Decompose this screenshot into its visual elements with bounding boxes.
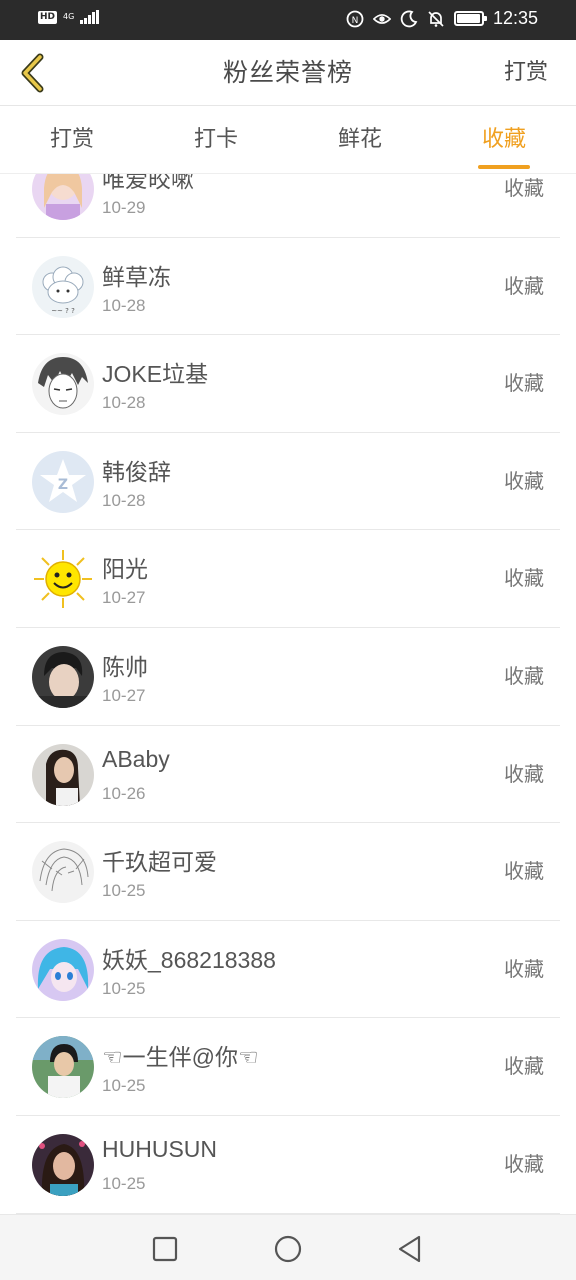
tab-bar: 打赏 打卡 鲜花 收藏 xyxy=(0,106,576,174)
user-name: ☜一生伴@你☜ xyxy=(102,1044,259,1071)
tab-favorites[interactable]: 收藏 xyxy=(432,106,576,173)
list-item[interactable]: 妖妖_868218388 10-25 收藏 xyxy=(16,921,560,1019)
user-name: 千玖超可爱 xyxy=(102,849,217,876)
avatar[interactable] xyxy=(32,548,94,611)
user-name: 唯爱皎嗽 xyxy=(102,174,194,192)
user-name: 鲜草冻 xyxy=(102,263,171,290)
user-date: 10-25 xyxy=(102,1173,146,1193)
user-name: JOKE垃基 xyxy=(102,361,209,388)
back-triangle-icon xyxy=(398,1235,421,1263)
item-action-label: 收藏 xyxy=(504,566,544,591)
list-item[interactable]: ~~ ? ? 鲜草冻 10-28 收藏 xyxy=(16,238,560,336)
tab-label: 打赏 xyxy=(49,127,94,152)
list-item[interactable]: ABaby 10-26 收藏 xyxy=(16,726,560,824)
user-date: 10-25 xyxy=(102,978,146,998)
user-date: 10-25 xyxy=(102,1076,146,1096)
back-button[interactable] xyxy=(12,52,52,94)
user-date: 10-29 xyxy=(102,198,146,217)
status-left: HD 4G xyxy=(38,10,100,24)
recent-apps-icon xyxy=(152,1236,178,1262)
user-date: 10-27 xyxy=(102,685,146,705)
nfc-icon: N xyxy=(346,10,364,28)
user-name: 妖妖_868218388 xyxy=(102,946,276,973)
header-reward-button[interactable]: 打赏 xyxy=(504,40,548,106)
item-action-label: 收藏 xyxy=(504,761,544,786)
item-action-label: 收藏 xyxy=(504,371,544,396)
item-action-label: 收藏 xyxy=(504,468,544,493)
home-button[interactable] xyxy=(270,1231,306,1267)
tab-label: 收藏 xyxy=(481,127,526,152)
item-action-label: 收藏 xyxy=(504,176,544,200)
user-date: 10-28 xyxy=(102,295,146,315)
item-action-label: 收藏 xyxy=(504,273,544,298)
item-action-label: 收藏 xyxy=(504,1054,544,1079)
user-date: 10-28 xyxy=(102,393,146,413)
user-name: 阳光 xyxy=(102,556,148,583)
avatar[interactable]: Z xyxy=(32,450,94,513)
list-item[interactable]: HUHUSUN 10-25 收藏 xyxy=(16,1116,560,1214)
list-item[interactable]: 阳光 10-27 收藏 xyxy=(16,530,560,628)
recent-apps-button[interactable] xyxy=(147,1231,183,1267)
bell-off-icon xyxy=(427,10,445,28)
list-item[interactable]: 陈帅 10-27 收藏 xyxy=(16,628,560,726)
item-action-label: 收藏 xyxy=(504,859,544,884)
avatar[interactable] xyxy=(32,841,94,904)
battery-fill xyxy=(456,14,480,23)
item-action-label: 收藏 xyxy=(504,956,544,981)
svg-text:~~ ? ?: ~~ ? ? xyxy=(51,307,75,315)
list-item[interactable]: 唯爱皎嗽 10-29 收藏 xyxy=(16,174,560,238)
battery-icon xyxy=(453,11,487,26)
list-item[interactable]: ☜一生伴@你☜ 10-25 收藏 xyxy=(16,1018,560,1116)
fan-list[interactable]: 唯爱皎嗽 10-29 收藏 ~~ ? ? 鲜草冻 10-28 收藏 JOKE垃基… xyxy=(0,174,576,1214)
avatar[interactable] xyxy=(32,1133,94,1196)
avatar[interactable] xyxy=(32,938,94,1001)
list-item[interactable]: Z 韩俊辞 10-28 收藏 xyxy=(16,433,560,531)
home-icon xyxy=(274,1235,302,1263)
list-item[interactable]: JOKE垃基 10-28 收藏 xyxy=(16,335,560,433)
title-bar: 粉丝荣誉榜 打赏 xyxy=(0,40,576,106)
svg-text:Z: Z xyxy=(58,477,68,493)
item-action-label: 收藏 xyxy=(504,1151,544,1176)
user-date: 10-27 xyxy=(102,588,146,608)
page-title: 粉丝荣誉榜 xyxy=(222,58,353,87)
tab-checkin[interactable]: 打卡 xyxy=(144,106,288,173)
user-date: 10-26 xyxy=(102,783,146,803)
status-time: 12:35 xyxy=(492,8,538,28)
avatar[interactable] xyxy=(32,174,94,220)
svg-text:N: N xyxy=(352,16,359,26)
hd-badge: HD xyxy=(38,10,58,24)
user-date: 10-28 xyxy=(102,490,146,510)
tab-label: 打卡 xyxy=(193,127,238,152)
list-item[interactable]: 千玖超可爱 10-25 收藏 xyxy=(16,823,560,921)
avatar[interactable] xyxy=(32,645,94,708)
user-name: HUHUSUN xyxy=(102,1135,217,1162)
avatar[interactable]: ~~ ? ? xyxy=(32,255,94,318)
user-name: 陈帅 xyxy=(102,653,148,680)
active-tab-indicator xyxy=(478,165,530,169)
back-nav-button[interactable] xyxy=(392,1231,428,1267)
network-type: 4G xyxy=(63,12,75,21)
chevron-left-icon xyxy=(21,53,44,93)
avatar[interactable] xyxy=(32,353,94,416)
eye-icon xyxy=(372,10,391,28)
avatar[interactable] xyxy=(32,1036,94,1099)
tab-reward[interactable]: 打赏 xyxy=(0,106,144,173)
item-action-label: 收藏 xyxy=(504,663,544,688)
system-nav-bar xyxy=(0,1214,576,1280)
avatar[interactable] xyxy=(32,743,94,806)
tab-label: 鲜花 xyxy=(337,127,382,152)
status-bar: HD 4G N 12:35 xyxy=(0,0,576,40)
moon-icon xyxy=(400,10,418,28)
tab-flowers[interactable]: 鲜花 xyxy=(288,106,432,173)
status-right: N 12:35 xyxy=(346,8,538,29)
fan-list-content: 唯爱皎嗽 10-29 收藏 ~~ ? ? 鲜草冻 10-28 收藏 JOKE垃基… xyxy=(0,174,576,1214)
user-name: 韩俊辞 xyxy=(102,458,171,485)
user-name: ABaby xyxy=(102,745,170,772)
signal-icon xyxy=(80,10,100,24)
user-date: 10-25 xyxy=(102,881,146,901)
